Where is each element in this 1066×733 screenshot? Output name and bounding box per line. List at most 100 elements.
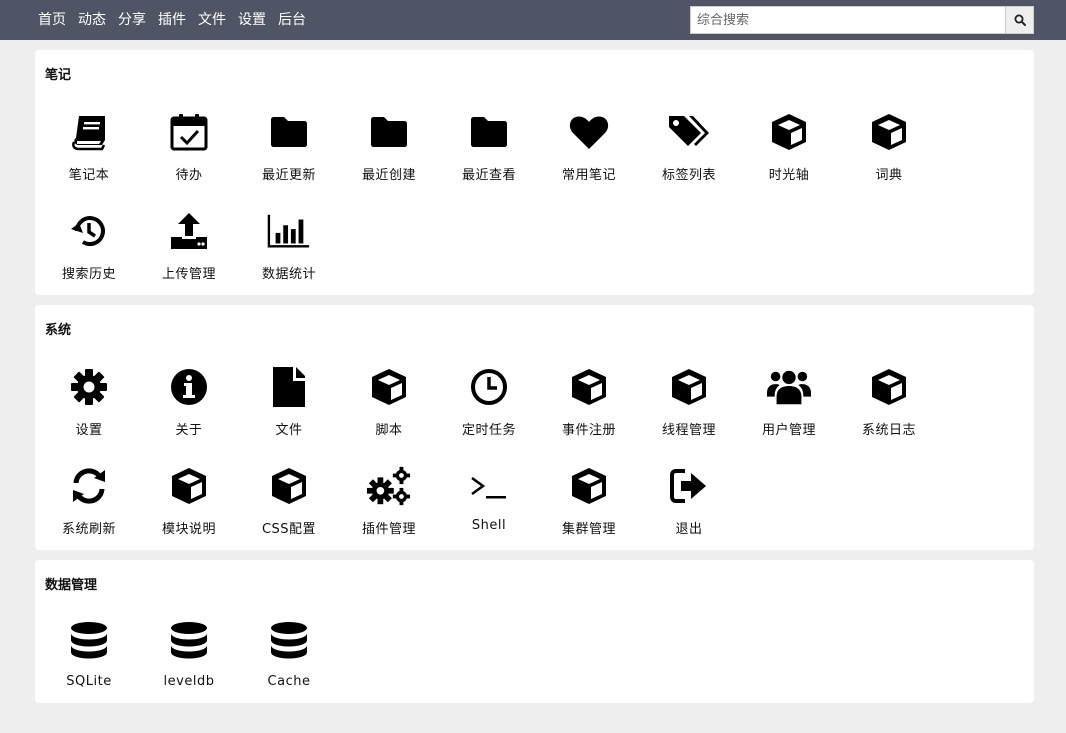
clock-icon [467,365,511,409]
app-tile[interactable]: 标签列表 [639,100,739,199]
database-icon [171,622,207,659]
main-nav: 首页 动态 分享 插件 文件 设置 后台 [38,0,318,40]
terminal-icon [467,464,511,508]
database-icon [271,622,307,659]
file-icon [267,365,311,409]
app-tile[interactable]: 事件注册 [539,355,639,454]
cube-icon [872,369,906,405]
app-tile-label: 系统刷新 [61,522,116,537]
app-tile[interactable]: 待办 [139,100,239,199]
search-icon [1014,14,1026,26]
app-tile[interactable]: Cache [239,610,339,709]
app-tile-label: Cache [267,674,311,689]
nav-files[interactable]: 文件 [198,0,226,40]
app-tile[interactable]: 笔记本 [39,100,139,199]
app-tile[interactable]: 最近查看 [439,100,539,199]
nav-share[interactable]: 分享 [118,0,146,40]
users-icon [767,365,811,409]
search-input[interactable] [690,6,1006,34]
nav-plugins[interactable]: 插件 [158,0,186,40]
app-tile[interactable]: 常用笔记 [539,100,639,199]
folder-icon [467,110,511,154]
app-tile[interactable]: 系统刷新 [39,454,139,553]
sign-out-icon [670,469,706,503]
app-tile[interactable]: 关于 [139,355,239,454]
app-tile-label: leveldb [163,674,215,689]
refresh-icon [73,468,105,504]
app-tile-label: 退出 [675,522,703,537]
cube-icon [372,369,406,405]
cube-icon [572,468,606,504]
clock-icon [471,369,507,405]
data-grid: SQLite leveldb Cache [39,610,1029,709]
app-tile[interactable]: 最近更新 [239,100,339,199]
app-tile-label: 脚本 [375,423,403,438]
cube-icon [772,114,806,150]
app-tile[interactable]: 最近创建 [339,100,439,199]
users-icon [767,370,811,405]
app-tile[interactable]: 搜索历史 [39,199,139,298]
app-tile-label: CSS配置 [261,522,317,537]
cube-icon [767,110,811,154]
app-tile[interactable]: 脚本 [339,355,439,454]
app-tile-label: 插件管理 [361,522,416,537]
cube-icon [267,464,311,508]
app-tile-label: 搜索历史 [61,267,116,282]
nav-home[interactable]: 首页 [38,0,66,40]
tags-icon [669,116,709,146]
database-icon [267,620,311,664]
bar-chart-icon [267,209,311,253]
app-tile-label: 时光轴 [768,168,810,183]
app-tile[interactable]: 定时任务 [439,355,539,454]
nav-settings[interactable]: 设置 [238,0,266,40]
app-tile-label: 常用笔记 [561,168,616,183]
nav-admin[interactable]: 后台 [278,0,306,40]
tags-icon [667,110,711,154]
app-tile[interactable]: Shell [439,454,539,553]
app-tile[interactable]: 设置 [39,355,139,454]
bar-chart-icon [267,214,310,248]
cube-icon [667,365,711,409]
cube-icon [572,369,606,405]
cube-icon [167,464,211,508]
notes-grid: 笔记本 待办 最近更新 最近创建 最近查看 常用笔记 标签列表 时光轴 词典搜索历史 上传管理 数据… [39,100,1029,298]
cube-icon [272,468,306,504]
app-tile[interactable]: 时光轴 [739,100,839,199]
section-title: 数据管理 [45,578,98,593]
app-tile[interactable]: 用户管理 [739,355,839,454]
app-tile[interactable]: 退出 [639,454,739,553]
nav-feed[interactable]: 动态 [78,0,106,40]
app-tile[interactable]: 上传管理 [139,199,239,298]
app-tile[interactable]: 集群管理 [539,454,639,553]
upload-icon [171,213,207,249]
file-icon [273,367,305,407]
cube-icon [567,365,611,409]
app-tile[interactable]: 模块说明 [139,454,239,553]
app-tile[interactable]: 词典 [839,100,939,199]
app-tile-label: 集群管理 [561,522,616,537]
app-tile-label: 系统日志 [861,423,916,438]
app-tile-label: Shell [471,518,507,533]
app-tile[interactable]: 数据统计 [239,199,339,298]
app-tile[interactable]: SQLite [39,610,139,709]
app-tile-label: SQLite [66,674,112,689]
app-tile[interactable]: leveldb [139,610,239,709]
heart-icon [569,116,609,149]
app-tile[interactable]: 文件 [239,355,339,454]
cube-icon [367,365,411,409]
cube-icon [672,369,706,405]
app-tile[interactable]: 系统日志 [839,355,939,454]
database-icon [71,622,107,659]
history-icon [67,209,111,253]
app-tile[interactable]: 线程管理 [639,355,739,454]
search-button[interactable] [1005,6,1034,34]
app-tile[interactable]: 插件管理 [339,454,439,553]
app-tile-label: 上传管理 [161,267,216,282]
app-tile-label: 标签列表 [661,168,716,183]
app-tile-label: 数据统计 [261,267,316,282]
app-tile[interactable]: CSS配置 [239,454,339,553]
app-tile-label: 文件 [275,423,303,438]
app-tile-label: 线程管理 [661,423,716,438]
cube-icon [867,110,911,154]
folder-icon [267,110,311,154]
